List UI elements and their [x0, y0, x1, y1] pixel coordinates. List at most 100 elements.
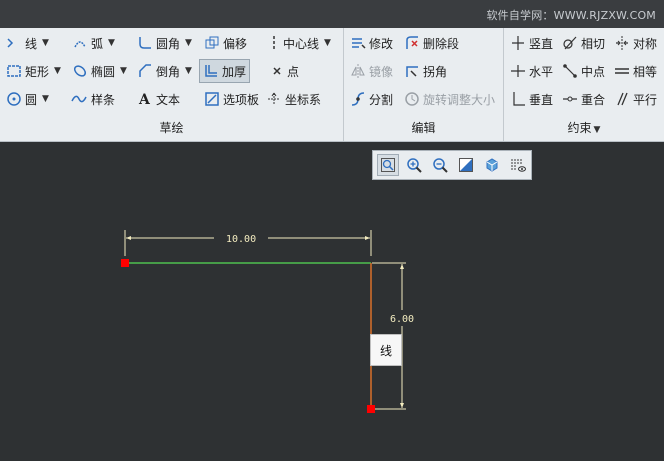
coincident-tool[interactable]: 重合: [562, 88, 605, 110]
chamfer-tool[interactable]: 倒角 ▼: [137, 60, 192, 82]
line-tool[interactable]: 线 ▼: [6, 32, 49, 54]
grid-display-icon: [511, 159, 526, 172]
sketch-group-label: 草绘: [159, 121, 184, 135]
zoom-out-icon: [433, 158, 448, 173]
chevron-down-icon[interactable]: ▼: [185, 66, 192, 76]
refit-button[interactable]: [377, 154, 399, 176]
zoom-fit-icon: [381, 158, 395, 172]
modify-icon: [352, 38, 366, 49]
circle-tool[interactable]: 圆 ▼: [6, 88, 49, 110]
end-endpoint[interactable]: [367, 405, 375, 413]
delete-segment-tool[interactable]: 删除段: [404, 32, 459, 54]
fillet-tool[interactable]: 圆角 ▼: [137, 32, 192, 54]
modify-tool[interactable]: 修改: [350, 32, 393, 54]
rotate-resize-tool[interactable]: 旋转调整大小: [404, 88, 495, 110]
spline-tool[interactable]: 样条: [70, 88, 115, 110]
zoom-in-icon: [407, 158, 422, 173]
corner-tool[interactable]: 拐角: [404, 60, 447, 82]
arc-tool[interactable]: 弧 ▼: [72, 32, 115, 54]
horizontal-icon: [511, 65, 525, 77]
delete-segment-icon: [406, 36, 418, 49]
graphics-area[interactable]: 10.00 6.00: [0, 142, 664, 461]
edit-group: 修改 删除段 镜像 拐角 分割 旋转调整大小 编辑: [344, 28, 504, 141]
title-bar: 软件自学网：WWW.RJZXW.COM: [0, 0, 664, 28]
start-endpoint[interactable]: [121, 259, 129, 267]
mirror-icon: [351, 64, 365, 78]
shaded-cube-icon: [486, 158, 498, 172]
entity-tooltip: 线: [370, 334, 402, 366]
chamfer-icon: [139, 64, 151, 77]
ellipse-tool[interactable]: 椭圆 ▼: [72, 60, 127, 82]
repaint-button[interactable]: [455, 154, 477, 176]
coincident-icon: [563, 96, 577, 102]
svg-text:A: A: [138, 92, 151, 107]
chevron-down-icon[interactable]: ▼: [54, 66, 61, 76]
chevron-down-icon[interactable]: ▼: [108, 38, 115, 48]
dim-horizontal-value[interactable]: 10.00: [226, 234, 256, 245]
ribbon: 线 ▼ 弧 ▼ 圆角 ▼ 偏移 中心线 ▼ 矩形 ▼ 椭圆 ▼ 倒角 ▼ 加厚 …: [0, 28, 664, 142]
chevron-down-icon[interactable]: ▼: [42, 38, 49, 48]
rotate-resize-icon: [405, 92, 419, 106]
equal-icon: [615, 68, 629, 74]
point-icon: [273, 67, 281, 75]
vertical-icon: [512, 36, 524, 50]
thicken-tool[interactable]: 加厚: [199, 59, 251, 83]
sketch-group: 线 ▼ 弧 ▼ 圆角 ▼ 偏移 中心线 ▼ 矩形 ▼ 椭圆 ▼ 倒角 ▼ 加厚 …: [0, 28, 344, 141]
dim-vertical-value[interactable]: 6.00: [390, 314, 414, 325]
centerline-icon: [273, 36, 275, 50]
offset-icon: [205, 36, 219, 49]
text-tool[interactable]: A 文本: [137, 88, 180, 110]
horizontal-dimension[interactable]: 10.00: [124, 230, 372, 256]
parallel-tool[interactable]: 平行: [614, 88, 657, 110]
palette-icon: [205, 92, 219, 106]
sketcher-display-button[interactable]: [507, 154, 529, 176]
text-icon: A: [138, 92, 151, 107]
rectangle-tool[interactable]: 矩形 ▼: [6, 60, 61, 82]
equal-tool[interactable]: 相等: [614, 60, 657, 82]
midpoint-icon: [563, 64, 577, 78]
view-toolbar: [372, 150, 532, 180]
chevron-down-icon[interactable]: ▼: [324, 38, 331, 48]
offset-tool[interactable]: 偏移: [204, 32, 247, 54]
palette-tool[interactable]: 选项板: [204, 88, 259, 110]
ellipse-icon: [73, 65, 87, 77]
centerline-tool[interactable]: 中心线 ▼: [268, 32, 331, 54]
repaint-icon: [459, 158, 473, 172]
tangent-icon: [563, 36, 577, 50]
vertical-tool[interactable]: 竖直: [510, 32, 553, 54]
perpendicular-tool[interactable]: 垂直: [510, 88, 553, 110]
mirror-tool[interactable]: 镜像: [350, 60, 393, 82]
arc-icon: [74, 41, 86, 48]
divide-tool[interactable]: 分割: [350, 88, 393, 110]
horizontal-tool[interactable]: 水平: [510, 60, 553, 82]
spline-icon: [71, 95, 87, 103]
chevron-down-icon[interactable]: ▼: [120, 66, 127, 76]
zoom-out-button[interactable]: [429, 154, 451, 176]
watermark-text: 软件自学网：WWW.RJZXW.COM: [486, 9, 656, 22]
display-style-button[interactable]: [481, 154, 503, 176]
sketch-canvas[interactable]: 10.00 6.00: [0, 142, 664, 461]
constraint-group: 竖直 相切 对称 水平 中点 相等 垂直 重合 平行 约束 ▼: [504, 28, 664, 141]
rectangle-icon: [7, 65, 21, 77]
thicken-icon: [205, 65, 217, 77]
point-tool[interactable]: 点: [270, 60, 299, 82]
csys-tool[interactable]: 坐标系: [266, 88, 321, 110]
tangent-tool[interactable]: 相切: [562, 32, 605, 54]
circle-icon: [7, 92, 21, 106]
midpoint-tool[interactable]: 中点: [562, 60, 605, 82]
corner-icon: [406, 66, 418, 77]
fillet-icon: [139, 37, 151, 49]
constraint-group-label[interactable]: 约束 ▼: [504, 119, 664, 136]
edit-group-label: 编辑: [411, 121, 436, 135]
symmetric-tool[interactable]: 对称: [614, 32, 657, 54]
zoom-in-button[interactable]: [403, 154, 425, 176]
line-icon: [7, 38, 14, 48]
perpendicular-icon: [513, 92, 525, 106]
chevron-down-icon[interactable]: ▼: [594, 125, 601, 135]
parallel-icon: [617, 92, 628, 106]
symmetric-icon: [616, 36, 628, 50]
csys-icon: [268, 92, 280, 105]
chevron-down-icon[interactable]: ▼: [42, 94, 49, 104]
chevron-down-icon[interactable]: ▼: [185, 38, 192, 48]
divide-icon: [351, 92, 365, 106]
